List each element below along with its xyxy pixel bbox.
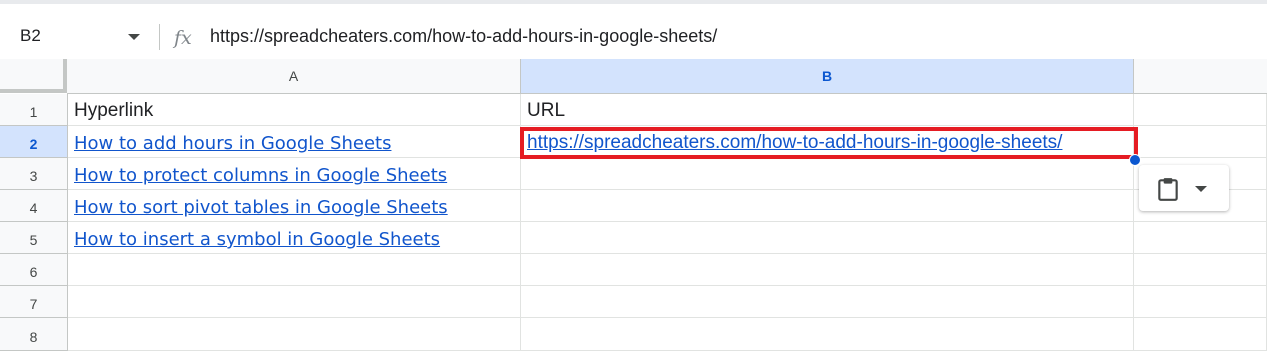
formula-input[interactable]: https://spreadcheaters.com/how-to-add-ho… [210, 26, 717, 47]
cell-a4[interactable]: How to sort pivot tables in Google Sheet… [68, 190, 521, 222]
formula-bar: B2 fx https://spreadcheaters.com/how-to-… [0, 0, 1267, 60]
name-box[interactable]: B2 [0, 14, 150, 50]
hyperlink[interactable]: How to add hours in Google Sheets [74, 133, 391, 154]
cell-b2[interactable]: https://spreadcheaters.com/how-to-add-ho… [521, 126, 1134, 158]
cell-b1[interactable]: URL [521, 94, 1134, 126]
row-header-8[interactable]: 8 [0, 318, 68, 351]
chevron-down-icon[interactable] [128, 34, 140, 40]
fill-handle[interactable] [1129, 154, 1141, 166]
row-header-4[interactable]: 4 [0, 190, 68, 222]
chevron-down-icon[interactable] [1195, 186, 1207, 192]
row-number: 7 [29, 296, 38, 312]
cell-c6[interactable] [1134, 254, 1267, 286]
cell-a6[interactable] [68, 254, 521, 286]
fx-icon: fx [172, 27, 192, 49]
row-number: 1 [29, 104, 38, 120]
url-link[interactable]: https://spreadcheaters.com/how-to-add-ho… [527, 132, 1062, 154]
cell-a2[interactable]: How to add hours in Google Sheets [68, 126, 521, 158]
cell-c5[interactable] [1134, 222, 1267, 254]
row-number: 2 [29, 136, 38, 152]
cell-b5[interactable] [521, 222, 1134, 254]
cell-b6[interactable] [521, 254, 1134, 286]
row-header-7[interactable]: 7 [0, 286, 68, 318]
cell-text: URL [527, 100, 566, 121]
row-header-1[interactable]: 1 [0, 94, 68, 126]
row-number: 4 [29, 200, 38, 216]
column-header-c[interactable] [1134, 59, 1267, 94]
hyperlink[interactable]: How to protect columns in Google Sheets [74, 165, 447, 186]
cell-a1[interactable]: Hyperlink [68, 94, 521, 126]
toolbar-edge [0, 0, 1267, 4]
fx-label: fx [172, 27, 192, 49]
name-box-value: B2 [20, 26, 41, 45]
cell-c1[interactable] [1134, 94, 1267, 126]
row-header-3[interactable]: 3 [0, 158, 68, 190]
cell-a8[interactable] [68, 318, 521, 351]
row-header-5[interactable]: 5 [0, 222, 68, 254]
cell-b7[interactable] [521, 286, 1134, 318]
cell-a3[interactable]: How to protect columns in Google Sheets [68, 158, 521, 190]
cell-c8[interactable] [1134, 318, 1267, 351]
cell-text: Hyperlink [74, 100, 154, 121]
row-number: 8 [29, 329, 38, 345]
column-header-a[interactable]: A [67, 59, 521, 94]
clipboard-icon [1158, 178, 1178, 201]
row-number: 6 [29, 264, 38, 280]
cell-b4[interactable] [521, 190, 1134, 222]
select-all-corner[interactable] [0, 59, 67, 93]
spreadsheet-grid: A B 1 2 3 4 5 6 7 8 Hyperlink URL How to… [0, 59, 1267, 351]
cell-c2[interactable] [1134, 126, 1267, 158]
cell-b3[interactable] [521, 158, 1134, 190]
cell-a7[interactable] [68, 286, 521, 318]
column-header-b[interactable]: B [521, 59, 1134, 94]
row-header-6[interactable]: 6 [0, 254, 68, 286]
cell-c7[interactable] [1134, 286, 1267, 318]
row-header-2[interactable]: 2 [0, 126, 68, 158]
row-number: 5 [29, 232, 38, 248]
row-number: 3 [29, 168, 38, 184]
hyperlink[interactable]: How to insert a symbol in Google Sheets [74, 229, 440, 250]
hyperlink[interactable]: How to sort pivot tables in Google Sheet… [74, 197, 448, 218]
cell-a5[interactable]: How to insert a symbol in Google Sheets [68, 222, 521, 254]
cell-b8[interactable] [521, 318, 1134, 351]
paste-options-button[interactable] [1139, 165, 1229, 211]
formula-bar-divider [159, 24, 160, 50]
